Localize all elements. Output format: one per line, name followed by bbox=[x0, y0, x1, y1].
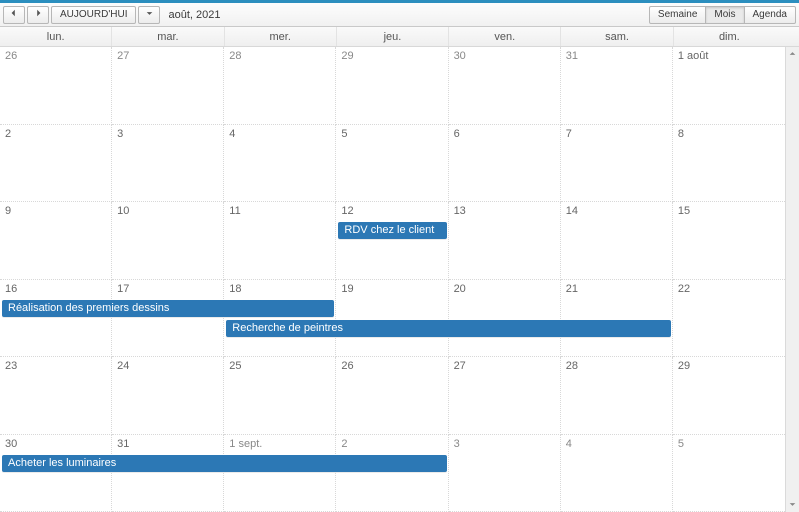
dow-label: mar. bbox=[112, 27, 224, 46]
triangle-up-icon bbox=[789, 48, 796, 60]
dow-label: dim. bbox=[674, 27, 785, 46]
next-button[interactable] bbox=[27, 6, 49, 24]
view-agenda-button[interactable]: Agenda bbox=[745, 6, 796, 24]
dow-label: sam. bbox=[561, 27, 673, 46]
calendar-toolbar: AUJOURD'HUI août, 2021 Semaine Mois Agen… bbox=[0, 3, 799, 27]
calendar-event[interactable]: Acheter les luminaires bbox=[2, 455, 447, 472]
calendar-event[interactable]: Réalisation des premiers dessins bbox=[2, 300, 334, 317]
dow-label: ven. bbox=[449, 27, 561, 46]
events-layer: RDV chez le client Réalisation des premie… bbox=[0, 47, 785, 512]
scroll-down-button[interactable] bbox=[785, 498, 799, 512]
day-of-week-header: lun. mar. mer. jeu. ven. sam. dim. bbox=[0, 27, 799, 47]
scroll-up-button[interactable] bbox=[785, 47, 799, 61]
calendar-body: 2627282930311 août2345678910111213141516… bbox=[0, 47, 799, 512]
dow-label: mer. bbox=[225, 27, 337, 46]
dow-label: lun. bbox=[0, 27, 112, 46]
chevron-down-icon bbox=[146, 9, 153, 20]
calendar-event[interactable]: Recherche de peintres bbox=[226, 320, 671, 337]
current-month-label: août, 2021 bbox=[168, 9, 220, 21]
view-switcher: Semaine Mois Agenda bbox=[649, 6, 796, 24]
view-month-button[interactable]: Mois bbox=[706, 6, 744, 24]
chevron-right-icon bbox=[34, 9, 42, 20]
calendar-event[interactable]: RDV chez le client bbox=[338, 222, 446, 239]
dow-label: jeu. bbox=[337, 27, 449, 46]
chevron-left-icon bbox=[10, 9, 18, 20]
scrollbar-track[interactable] bbox=[785, 47, 799, 512]
today-button[interactable]: AUJOURD'HUI bbox=[51, 6, 136, 24]
prev-button[interactable] bbox=[3, 6, 25, 24]
date-picker-dropdown-button[interactable] bbox=[138, 6, 160, 24]
triangle-down-icon bbox=[789, 499, 796, 511]
view-week-button[interactable]: Semaine bbox=[649, 6, 706, 24]
